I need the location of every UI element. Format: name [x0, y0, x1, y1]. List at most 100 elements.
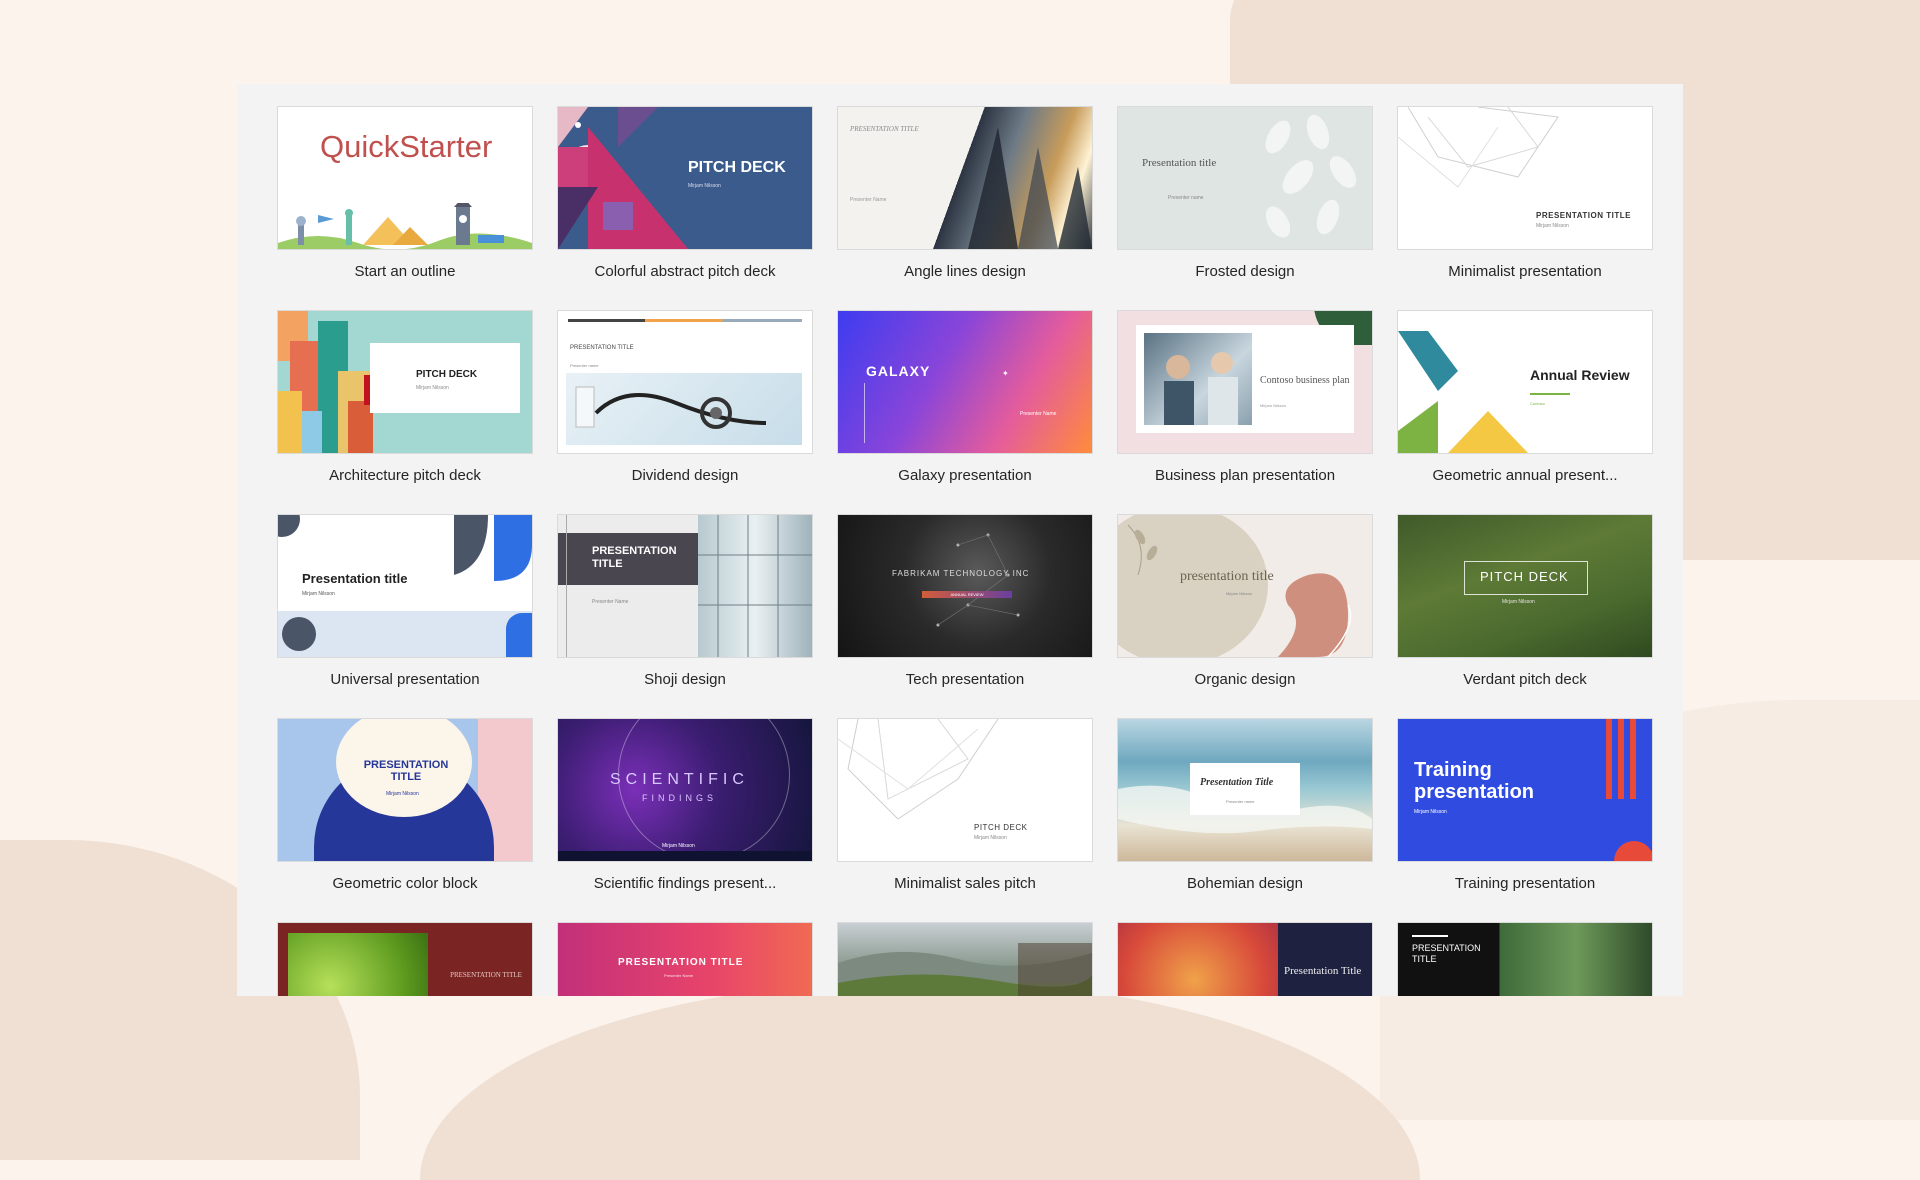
thumb-title: Annual Review: [1530, 367, 1630, 383]
template-tile-galaxy-presentation[interactable]: GALAXY Presenter Name ✦ Galaxy presentat…: [837, 310, 1093, 490]
template-tile-tech-presentation[interactable]: FABRIKAM TECHNOLOGY INC ANNUAL REVIEW Te…: [837, 514, 1093, 694]
circle-shape: [282, 617, 316, 651]
template-caption: Bohemian design: [1187, 875, 1303, 892]
divider-bars: [568, 319, 802, 322]
template-tile-training-presentation[interactable]: Training presentation Mirjam Nilsson Tra…: [1397, 718, 1653, 898]
template-thumbnail[interactable]: SCIENTIFIC FINDINGS Mirjam Nilsson: [557, 718, 813, 862]
thumb-subtitle: Mirjam Nilsson: [1536, 223, 1569, 229]
thumb-subtitle: Contoso: [1530, 401, 1545, 406]
thumb-title: PRESENTATION TITLE: [592, 545, 677, 570]
thumb-title: SCIENTIFIC: [610, 771, 749, 788]
template-tile[interactable]: PRESENTATION TITLE: [1397, 922, 1653, 996]
template-caption: Verdant pitch deck: [1463, 671, 1587, 688]
template-thumbnail[interactable]: Contoso business plan Mirjam Nilsson: [1117, 310, 1373, 454]
template-thumbnail[interactable]: Annual Review Contoso: [1397, 310, 1653, 454]
template-thumbnail[interactable]: PRESENTATION TITLE: [1397, 922, 1653, 996]
template-caption: Tech presentation: [905, 671, 1025, 688]
template-tile-universal-presentation[interactable]: Presentation title Mirjam Nilsson Univer…: [277, 514, 533, 694]
template-tile-dividend-design[interactable]: PRESENTATION TITLE Presenter name Divide…: [557, 310, 813, 490]
template-caption: Scientific findings present...: [593, 875, 777, 892]
template-thumbnail[interactable]: Presentation title Mirjam Nilsson: [277, 514, 533, 658]
thumb-subtitle: Mirjam Nilsson: [416, 385, 449, 391]
template-tile-organic-design[interactable]: presentation title Mirjam Nilsson Organi…: [1117, 514, 1373, 694]
template-thumbnail[interactable]: Presentation Title Presenter name: [1117, 718, 1373, 862]
template-caption: Start an outline: [354, 263, 456, 280]
accent-line: [864, 383, 865, 443]
template-tile-colorful-abstract-pitch-deck[interactable]: PITCH DECK Mirjam Nilsson Colorful abstr…: [557, 106, 813, 286]
template-thumbnail[interactable]: PITCH DECK Mirjam Nilsson: [1397, 514, 1653, 658]
template-thumbnail[interactable]: PRESENTATION TITLE Mirjam Nilsson: [277, 718, 533, 862]
template-tile-verdant-pitch-deck[interactable]: PITCH DECK Mirjam Nilsson Verdant pitch …: [1397, 514, 1653, 694]
template-caption: Dividend design: [631, 467, 739, 484]
template-thumbnail[interactable]: PRESENTATION TITLE Presenter Name: [557, 514, 813, 658]
template-tile-geometric-color-block[interactable]: PRESENTATION TITLE Mirjam Nilsson Geomet…: [277, 718, 533, 898]
template-caption: Galaxy presentation: [898, 467, 1032, 484]
template-thumbnail[interactable]: FABRIKAM TECHNOLOGY INC ANNUAL REVIEW: [837, 514, 1093, 658]
thumb-title: PRESENTATION TITLE: [850, 125, 919, 133]
accent-line: [1412, 935, 1448, 937]
template-thumbnail[interactable]: presentation title Mirjam Nilsson: [1117, 514, 1373, 658]
people-photo-icon: [1144, 333, 1252, 425]
thumb-title: PRESENTATION TITLE: [1536, 211, 1631, 220]
template-caption: Business plan presentation: [1154, 467, 1336, 484]
template-tile-start-an-outline[interactable]: QuickStarter Start an outline: [277, 106, 533, 286]
leaf-shapes-icon: [454, 515, 532, 586]
line-art-icon: [838, 719, 1092, 861]
thumb-subtitle: Mirjam Nilsson: [302, 591, 335, 597]
template-tile-architecture-pitch-deck[interactable]: PITCH DECK Mirjam Nilsson Architecture p…: [277, 310, 533, 490]
template-tile[interactable]: Presentation Title: [1117, 922, 1373, 996]
shoji-window-photo-icon: [698, 515, 812, 657]
template-thumbnail[interactable]: PITCH DECK Mirjam Nilsson: [277, 310, 533, 454]
thumb-subtitle: Mirjam Nilsson: [974, 835, 1007, 841]
thumb-title: presentation title: [1180, 569, 1274, 584]
template-tile[interactable]: PRESENTATION TITLE: [277, 922, 533, 996]
template-thumbnail[interactable]: PRESENTATION TITLE Mirjam Nilsson: [1397, 106, 1653, 250]
template-thumbnail[interactable]: PRESENTATION TITLE: [277, 922, 533, 996]
thumb-subtitle: FINDINGS: [642, 793, 718, 803]
template-thumbnail[interactable]: GALAXY Presenter Name ✦: [837, 310, 1093, 454]
template-caption: Minimalist sales pitch: [894, 875, 1036, 892]
template-thumbnail[interactable]: PRESENTATION TITLE Presenter name: [557, 310, 813, 454]
template-tile-shoji-design[interactable]: PRESENTATION TITLE Presenter Name Shoji …: [557, 514, 813, 694]
template-thumbnail[interactable]: PITCH DECK Mirjam Nilsson: [557, 106, 813, 250]
thumb-author: Mirjam Nilsson: [662, 843, 695, 849]
template-thumbnail[interactable]: PRESENTATION TITLE Presenter Name: [557, 922, 813, 996]
template-tile-angle-lines-design[interactable]: PRESENTATION TITLE Presenter Name Angle …: [837, 106, 1093, 286]
template-tile-geometric-annual-presentation[interactable]: Annual Review Contoso Geometric annual p…: [1397, 310, 1653, 490]
template-caption: Training presentation: [1454, 875, 1596, 892]
thumb-subtitle: Mirjam Nilsson: [1414, 809, 1447, 815]
thumb-title: Presentation Title: [1284, 965, 1362, 977]
template-caption: Organic design: [1194, 671, 1296, 688]
thumb-subtitle: Mirjam Nilsson: [1260, 403, 1287, 408]
template-tile-scientific-findings-presentation[interactable]: SCIENTIFIC FINDINGS Mirjam Nilsson Scien…: [557, 718, 813, 898]
template-thumbnail[interactable]: PRESENTATION TITLE Presenter Name: [837, 106, 1093, 250]
line-art-icon: [1398, 107, 1652, 249]
stethoscope-photo-icon: [566, 373, 802, 445]
template-tile-frosted-design[interactable]: Presentation title Presenter name Froste…: [1117, 106, 1373, 286]
template-caption: Geometric color block: [332, 875, 478, 892]
template-thumbnail[interactable]: [837, 922, 1093, 996]
template-tile[interactable]: [837, 922, 1093, 996]
red-stripe: [1630, 719, 1636, 799]
thumb-title: PRESENTATION TITLE: [618, 957, 744, 968]
template-tile-business-plan-presentation[interactable]: Contoso business plan Mirjam Nilsson Bus…: [1117, 310, 1373, 490]
template-tile-minimalist-presentation[interactable]: PRESENTATION TITLE Mirjam Nilsson Minima…: [1397, 106, 1653, 286]
thumb-title: PITCH DECK: [974, 823, 1028, 832]
thumb-title: PITCH DECK: [416, 369, 478, 380]
thumb-title: PITCH DECK: [1480, 569, 1569, 584]
thumb-title: PRESENTATION TITLE: [1412, 943, 1481, 964]
template-tile-minimalist-sales-pitch[interactable]: PITCH DECK Mirjam Nilsson Minimalist sal…: [837, 718, 1093, 898]
template-thumbnail[interactable]: Training presentation Mirjam Nilsson: [1397, 718, 1653, 862]
template-tile[interactable]: PRESENTATION TITLE Presenter Name: [557, 922, 813, 996]
thumb-title: Presentation Title: [1200, 777, 1274, 788]
template-caption: Shoji design: [644, 671, 726, 688]
organic-shapes-icon: [1118, 515, 1372, 657]
leaf-pattern-icon: [1248, 107, 1372, 249]
template-thumbnail[interactable]: Presentation title Presenter name: [1117, 106, 1373, 250]
template-thumbnail[interactable]: PITCH DECK Mirjam Nilsson: [837, 718, 1093, 862]
template-thumbnail[interactable]: Presentation Title: [1117, 922, 1373, 996]
thumb-title: Contoso business plan: [1260, 375, 1350, 386]
template-thumbnail[interactable]: QuickStarter: [277, 106, 533, 250]
template-tile-bohemian-design[interactable]: Presentation Title Presenter name Bohemi…: [1117, 718, 1373, 898]
thumb-subtitle: ANNUAL REVIEW: [922, 591, 1012, 598]
